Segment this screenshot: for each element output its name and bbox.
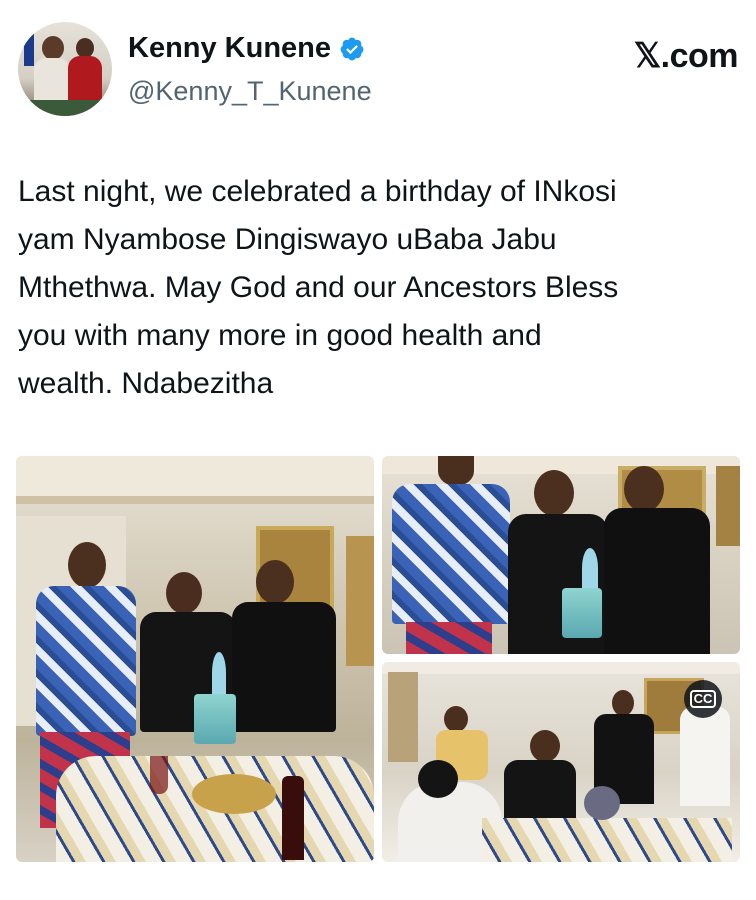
author-name[interactable]: Kenny Kunene — [128, 32, 331, 65]
photo-1[interactable] — [16, 456, 374, 862]
author-name-row: Kenny Kunene — [128, 32, 365, 65]
x-logo-link[interactable]: 𝕏.com — [634, 36, 739, 76]
media-grid: CC — [16, 456, 740, 862]
tweet-header: Kenny Kunene @Kenny_T_Kunene 𝕏.com — [18, 22, 739, 118]
captions-button[interactable]: CC — [684, 680, 722, 718]
tweet-text: Last night, we celebrated a birthday of … — [18, 175, 619, 400]
author-handle[interactable]: @Kenny_T_Kunene — [128, 76, 372, 107]
verified-badge-icon — [340, 37, 364, 60]
author-avatar[interactable] — [18, 22, 112, 116]
video-1[interactable]: CC — [382, 662, 740, 862]
cc-icon: CC — [689, 690, 717, 708]
photo-2[interactable] — [382, 456, 740, 654]
